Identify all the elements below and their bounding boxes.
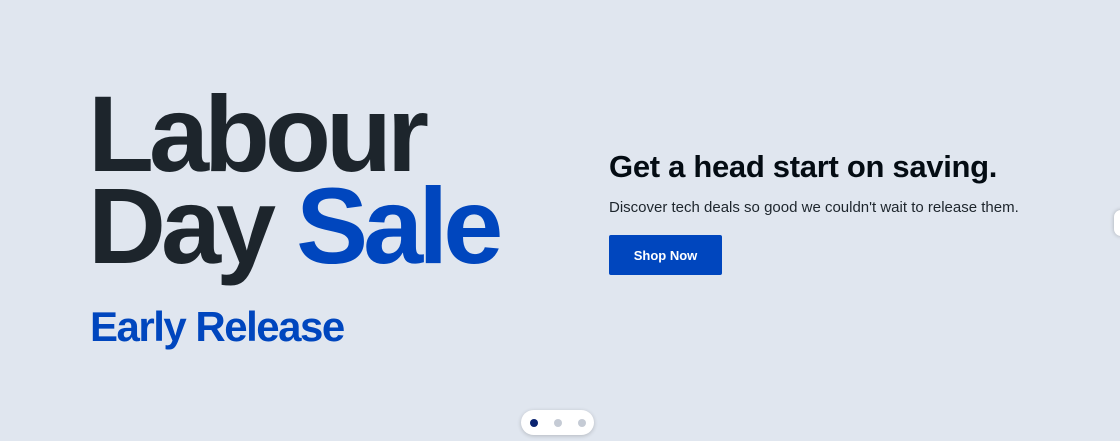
shop-now-button[interactable]: Shop Now <box>609 235 722 275</box>
hero-banner: Labour Day Sale Early Release Get a head… <box>0 0 1120 441</box>
promo-title: Get a head start on saving. <box>609 149 998 184</box>
promo-description: Discover tech deals so good we couldn't … <box>609 199 1019 216</box>
hero-headline: Labour Day Sale <box>88 80 503 280</box>
hero-subhead: Early Release <box>90 303 345 350</box>
carousel-dot-3[interactable] <box>577 418 586 427</box>
headline-word-day: Day <box>88 165 276 286</box>
carousel-dot-1[interactable] <box>529 418 538 427</box>
headline-word-sale: Sale <box>296 165 503 286</box>
carousel-pagination <box>521 410 594 435</box>
carousel-next-button[interactable] <box>1114 210 1120 236</box>
headline-line-2: Day Sale <box>88 172 503 280</box>
carousel-dot-2[interactable] <box>553 418 562 427</box>
